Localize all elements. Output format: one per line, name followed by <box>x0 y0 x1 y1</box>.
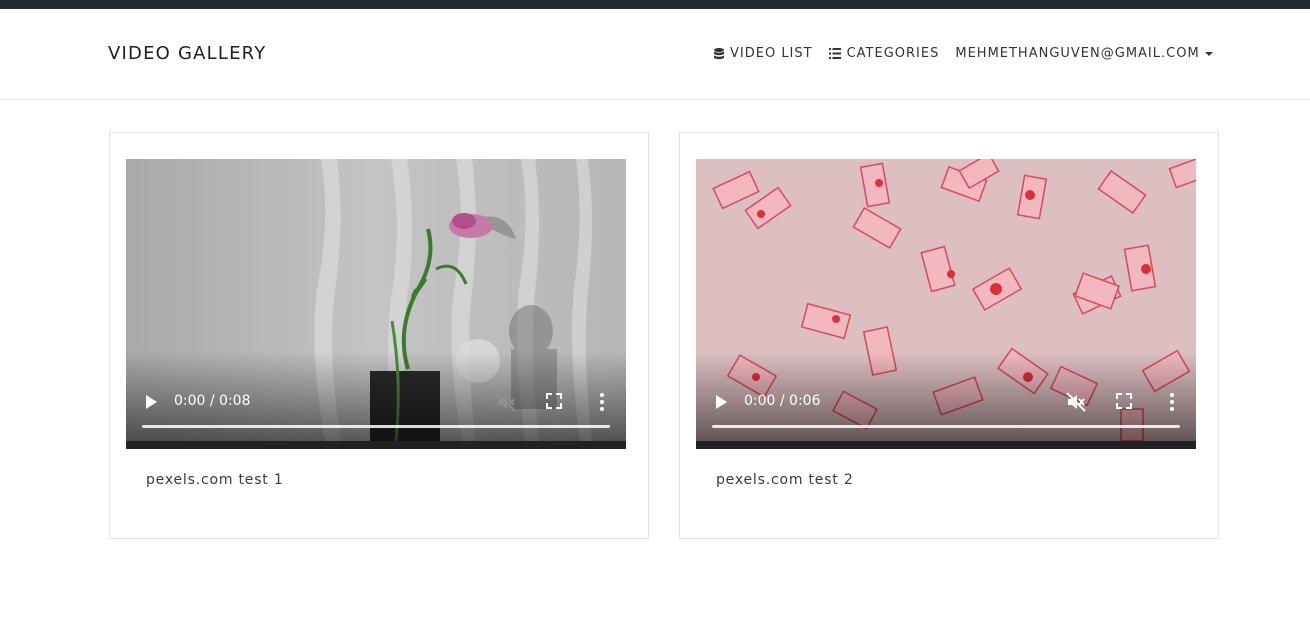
nav-video-list-label: VIDEO LIST <box>730 46 813 61</box>
main-nav: VIDEO LIST CATEGORIES MEHMETHANGUVEN@GMA… <box>714 46 1213 61</box>
more-options-icon[interactable] <box>1166 392 1178 412</box>
database-icon <box>714 47 724 60</box>
video-bottom-bar <box>126 441 626 449</box>
nav-video-list[interactable]: VIDEO LIST <box>714 46 813 61</box>
fullscreen-icon[interactable] <box>545 392 563 410</box>
navbar: VIDEO GALLERY VIDEO LIST CATEGORIES MEHM… <box>0 9 1310 100</box>
video-time: 0:00 / 0:08 <box>174 393 251 409</box>
mute-icon[interactable] <box>496 392 516 412</box>
caret-down-icon <box>1204 51 1213 56</box>
video-card: 0:00 / 0:08 pexels.com test 1 <box>109 132 649 539</box>
play-icon[interactable] <box>714 394 728 410</box>
list-icon <box>828 48 841 59</box>
play-icon[interactable] <box>144 394 158 410</box>
video-bottom-bar <box>696 441 1196 449</box>
nav-categories[interactable]: CATEGORIES <box>828 46 940 61</box>
video-title: pexels.com test 2 <box>716 472 854 488</box>
user-email: MEHMETHANGUVEN@GMAIL.COM <box>955 46 1200 61</box>
top-accent-bar <box>0 0 1310 9</box>
nav-categories-label: CATEGORIES <box>846 46 940 61</box>
video-player[interactable]: 0:00 / 0:08 <box>126 159 626 449</box>
video-player[interactable]: 0:00 / 0:06 <box>696 159 1196 449</box>
progress-bar[interactable] <box>142 425 610 428</box>
video-time: 0:00 / 0:06 <box>744 393 821 409</box>
more-options-icon[interactable] <box>596 392 608 412</box>
video-card: 0:00 / 0:06 pexels.com test 2 <box>679 132 1219 539</box>
video-title: pexels.com test 1 <box>146 472 284 488</box>
fullscreen-icon[interactable] <box>1115 392 1133 410</box>
user-menu-toggle[interactable]: MEHMETHANGUVEN@GMAIL.COM <box>955 46 1213 61</box>
mute-icon[interactable] <box>1066 392 1086 412</box>
brand-title[interactable]: VIDEO GALLERY <box>108 43 266 64</box>
progress-bar[interactable] <box>712 425 1180 428</box>
